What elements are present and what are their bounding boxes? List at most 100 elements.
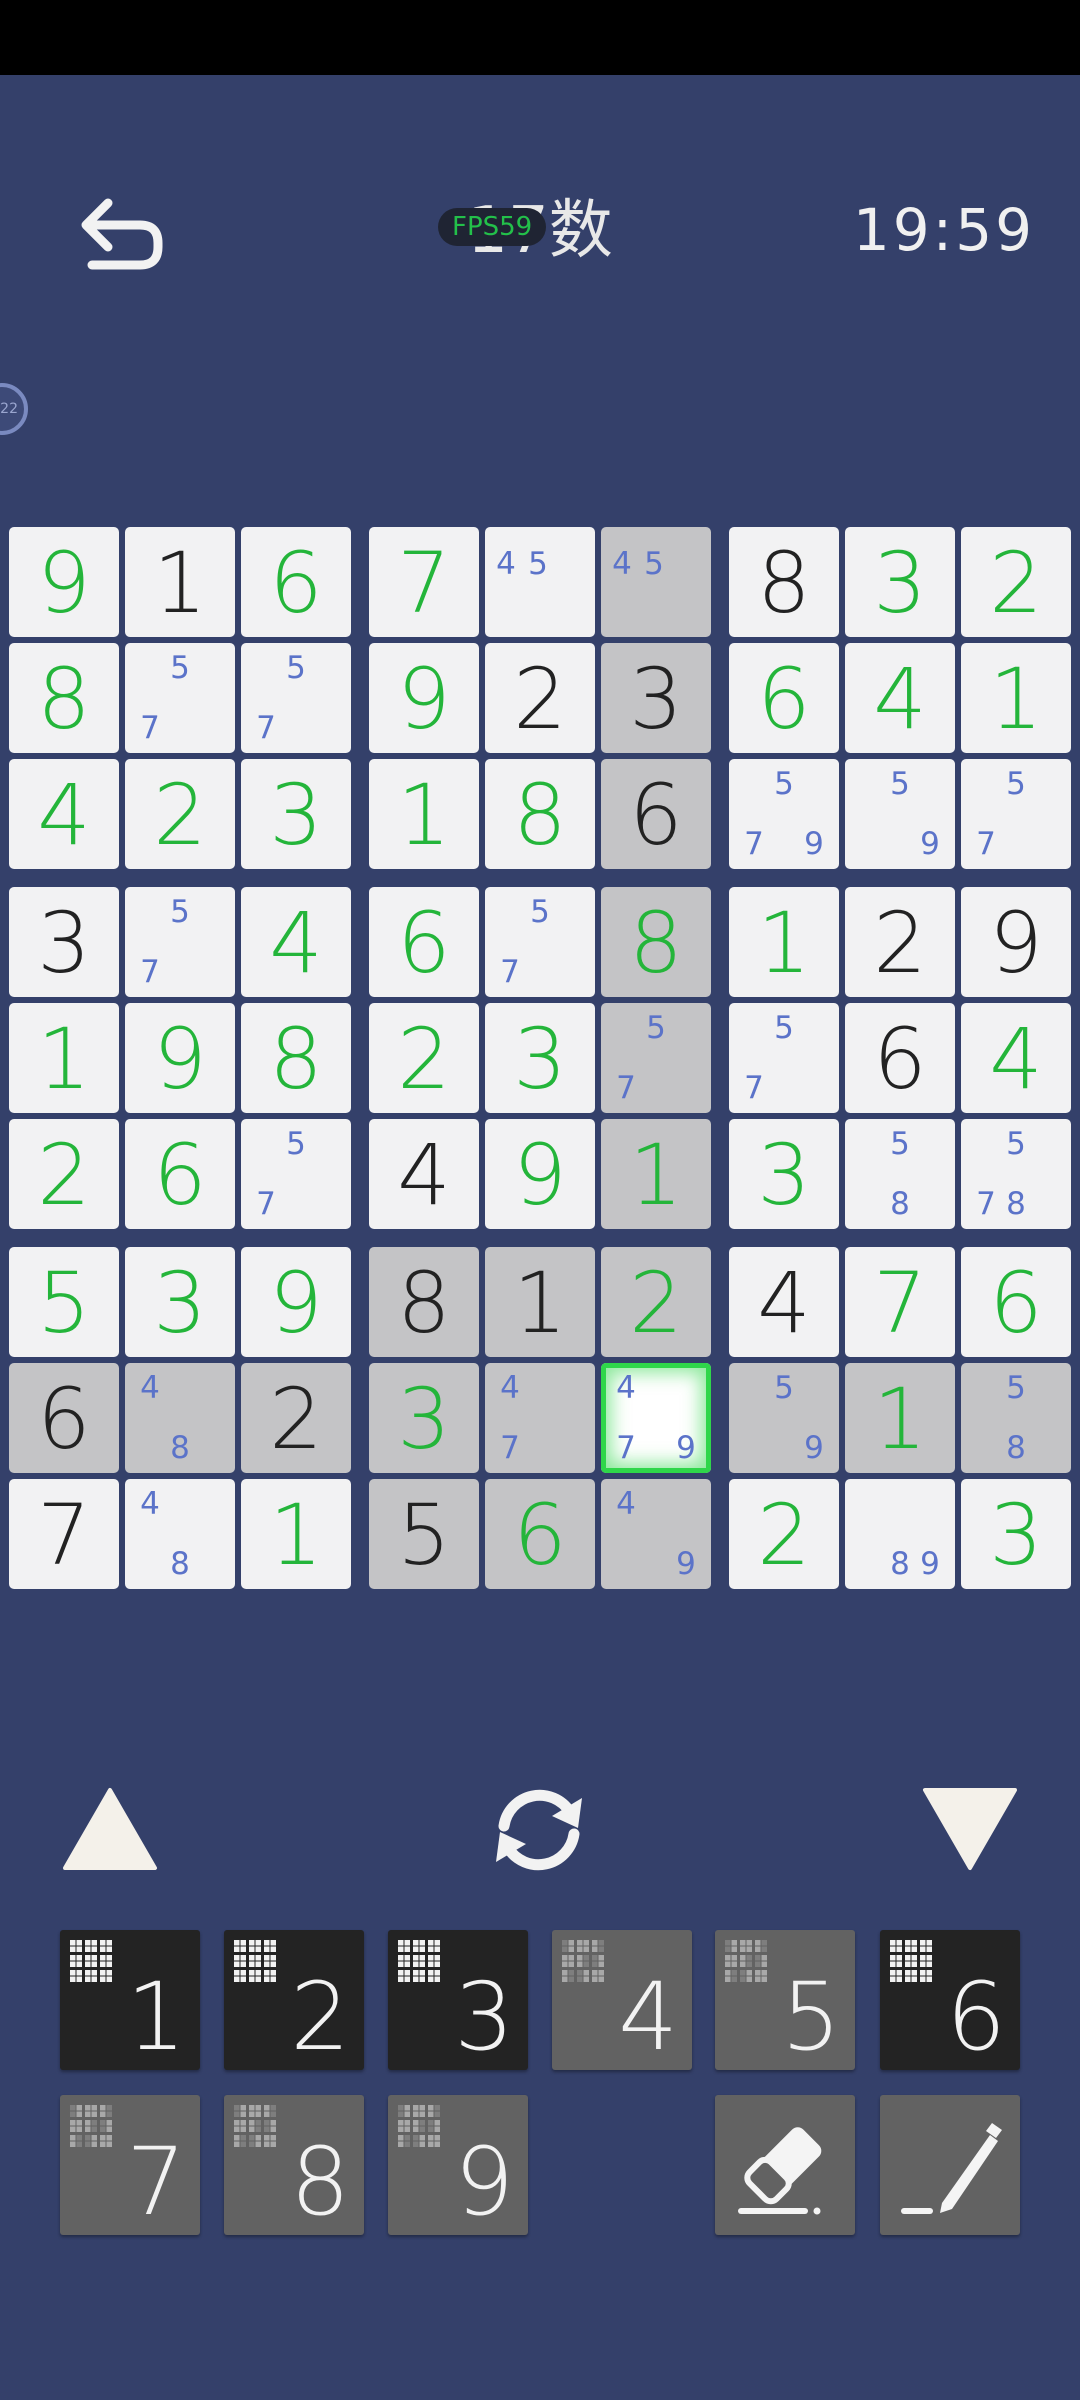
digit-key-3[interactable]: 3: [388, 1930, 528, 2072]
sudoku-cell[interactable]: 1: [369, 759, 479, 869]
sudoku-cell[interactable]: 3: [9, 887, 119, 997]
sudoku-cell[interactable]: 8: [601, 887, 711, 997]
sudoku-cell[interactable]: 3: [125, 1247, 235, 1357]
sudoku-cell[interactable]: 7: [369, 527, 479, 637]
sudoku-cell[interactable]: 57: [125, 887, 235, 997]
sudoku-cell[interactable]: 2: [125, 759, 235, 869]
sudoku-cell[interactable]: 57: [601, 1003, 711, 1113]
pencil-notes-button[interactable]: [880, 2095, 1020, 2235]
sudoku-cell[interactable]: 3: [601, 643, 711, 753]
sudoku-cell[interactable]: 4: [9, 759, 119, 869]
sudoku-cell[interactable]: 7: [9, 1479, 119, 1589]
sudoku-cell[interactable]: 1: [729, 887, 839, 997]
entered-digit: 6: [269, 534, 323, 632]
digit-key-1[interactable]: 1: [60, 1930, 200, 2072]
sudoku-cell[interactable]: 2: [369, 1003, 479, 1113]
sudoku-cell[interactable]: 4: [961, 1003, 1071, 1113]
sudoku-cell[interactable]: 8: [485, 759, 595, 869]
digit-key-2[interactable]: 2: [224, 1930, 364, 2072]
sudoku-cell[interactable]: 6: [601, 759, 711, 869]
sudoku-cell[interactable]: 1: [601, 1119, 711, 1229]
sudoku-cell[interactable]: 2: [241, 1363, 351, 1473]
sudoku-cell[interactable]: 57: [961, 759, 1071, 869]
entered-digit: 4: [989, 1010, 1043, 1108]
sudoku-cell[interactable]: 8: [241, 1003, 351, 1113]
sudoku-cell[interactable]: 4: [241, 887, 351, 997]
sudoku-cell[interactable]: 6: [241, 527, 351, 637]
sudoku-cell[interactable]: 6: [961, 1247, 1071, 1357]
sudoku-cell[interactable]: 1: [9, 1003, 119, 1113]
sudoku-cell[interactable]: 58: [845, 1119, 955, 1229]
sudoku-cell[interactable]: 1: [485, 1247, 595, 1357]
sudoku-cell[interactable]: 48: [125, 1363, 235, 1473]
digit-key-5[interactable]: 5: [715, 1930, 855, 2072]
digit-key-8[interactable]: 8: [224, 2095, 364, 2237]
sudoku-cell[interactable]: 9: [369, 643, 479, 753]
sudoku-cell[interactable]: 3: [485, 1003, 595, 1113]
sudoku-cell[interactable]: 2: [961, 527, 1071, 637]
refresh-icon[interactable]: [486, 1782, 592, 1878]
sudoku-cell[interactable]: 9: [485, 1119, 595, 1229]
digit-key-4[interactable]: 4: [552, 1930, 692, 2072]
sudoku-cell[interactable]: 57: [729, 1003, 839, 1113]
sudoku-cell[interactable]: 3: [241, 759, 351, 869]
sudoku-cell[interactable]: 2: [485, 643, 595, 753]
sudoku-cell[interactable]: 58: [961, 1363, 1071, 1473]
sudoku-cell[interactable]: 3: [729, 1119, 839, 1229]
sudoku-cell[interactable]: 9: [241, 1247, 351, 1357]
eraser-button[interactable]: [715, 2095, 855, 2235]
sudoku-cell[interactable]: 6: [729, 643, 839, 753]
sudoku-cell[interactable]: 57: [125, 643, 235, 753]
sudoku-cell[interactable]: 89: [845, 1479, 955, 1589]
sudoku-cell[interactable]: 5: [9, 1247, 119, 1357]
sudoku-cell[interactable]: 9: [9, 527, 119, 637]
sudoku-cell[interactable]: 57: [241, 643, 351, 753]
sudoku-cell[interactable]: 45: [485, 527, 595, 637]
triangle-down-icon[interactable]: [920, 1784, 1020, 1874]
sudoku-cell[interactable]: 9: [125, 1003, 235, 1113]
sudoku-cell[interactable]: 2: [601, 1247, 711, 1357]
sudoku-cell[interactable]: 1: [961, 643, 1071, 753]
digit-key-6[interactable]: 6: [880, 1930, 1020, 2072]
sudoku-cell[interactable]: 4: [369, 1119, 479, 1229]
sudoku-cell[interactable]: 578: [961, 1119, 1071, 1229]
sudoku-cell[interactable]: 6: [125, 1119, 235, 1229]
sudoku-cell[interactable]: 1: [125, 527, 235, 637]
sudoku-cell[interactable]: 5: [369, 1479, 479, 1589]
sudoku-cell[interactable]: 9: [961, 887, 1071, 997]
sudoku-cell[interactable]: 3: [961, 1479, 1071, 1589]
sudoku-cell[interactable]: 1: [241, 1479, 351, 1589]
sudoku-cell[interactable]: 47: [485, 1363, 595, 1473]
mini-grid-icon: [725, 1940, 767, 1982]
sudoku-cell[interactable]: 8: [9, 643, 119, 753]
sudoku-cell[interactable]: 45: [601, 527, 711, 637]
sudoku-cell[interactable]: 6: [369, 887, 479, 997]
sudoku-cell[interactable]: 3: [369, 1363, 479, 1473]
sudoku-cell[interactable]: 1: [845, 1363, 955, 1473]
sudoku-cell[interactable]: 57: [485, 887, 595, 997]
sudoku-cell[interactable]: 2: [729, 1479, 839, 1589]
sudoku-cell[interactable]: 59: [729, 1363, 839, 1473]
sudoku-cell[interactable]: 4: [845, 643, 955, 753]
entered-digit: 4: [873, 650, 927, 748]
sudoku-cell-selected[interactable]: 4 7 9: [601, 1363, 711, 1473]
sudoku-cell[interactable]: 48: [125, 1479, 235, 1589]
digit-key-7[interactable]: 7: [60, 2095, 200, 2237]
sudoku-cell[interactable]: 49: [601, 1479, 711, 1589]
digit-key-9[interactable]: 9: [388, 2095, 528, 2237]
sudoku-cell[interactable]: 57 9: [729, 759, 839, 869]
given-digit: 8: [397, 1254, 451, 1352]
triangle-up-icon[interactable]: [60, 1784, 160, 1874]
sudoku-cell[interactable]: 2: [845, 887, 955, 997]
sudoku-cell[interactable]: 7: [845, 1247, 955, 1357]
sudoku-cell[interactable]: 8: [729, 527, 839, 637]
sudoku-cell[interactable]: 57: [241, 1119, 351, 1229]
sudoku-cell[interactable]: 3: [845, 527, 955, 637]
sudoku-cell[interactable]: 59: [845, 759, 955, 869]
sudoku-cell[interactable]: 2: [9, 1119, 119, 1229]
sudoku-cell[interactable]: 8: [369, 1247, 479, 1357]
sudoku-cell[interactable]: 6: [845, 1003, 955, 1113]
sudoku-cell[interactable]: 6: [9, 1363, 119, 1473]
sudoku-cell[interactable]: 4: [729, 1247, 839, 1357]
sudoku-cell[interactable]: 6: [485, 1479, 595, 1589]
